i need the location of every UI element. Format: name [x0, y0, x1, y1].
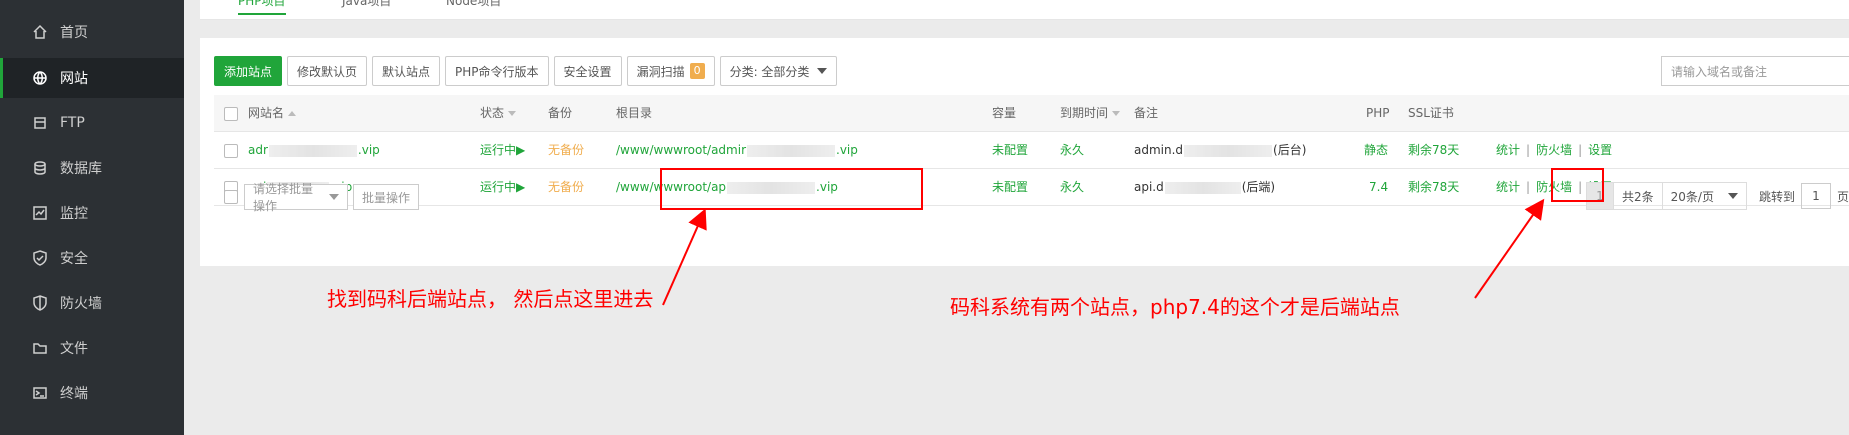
default-site-button[interactable]: 默认站点	[372, 56, 441, 86]
sidebar: 首页 网站 FTP 数据库 监控 安全 防火墙 文件 终端	[0, 0, 184, 435]
jump-label: 跳转到	[1758, 189, 1795, 204]
row-actions: 统计|防火墙|设置	[1496, 143, 1613, 157]
sidebar-item-website[interactable]: 网站	[0, 58, 184, 98]
sidebar-item-label: 终端	[60, 386, 88, 402]
sidebar-item-ftp[interactable]: FTP	[0, 103, 184, 143]
sidebar-item-label: 首页	[60, 25, 88, 41]
chevron-down-icon	[817, 68, 828, 74]
ftp-icon	[32, 115, 48, 131]
firewall-link[interactable]: 防火墙	[1536, 143, 1572, 157]
header-php: PHP	[1366, 106, 1390, 120]
sidebar-item-label: 数据库	[60, 161, 102, 177]
sort-up-icon	[288, 111, 297, 116]
vuln-count-badge: 0	[689, 63, 705, 79]
site-panel: 添加站点 修改默认页 默认站点 PHP命令行版本 安全设置 漏洞扫描 0 分类:…	[200, 38, 1849, 266]
search-input[interactable]: 请输入域名或备注	[1661, 56, 1849, 86]
footer-checkbox[interactable]	[224, 190, 238, 204]
vuln-scan-button[interactable]: 漏洞扫描 0	[626, 56, 715, 86]
chevron-down-icon	[1727, 193, 1738, 199]
root-dir-highlight-box	[660, 168, 923, 210]
home-icon	[32, 24, 48, 40]
row-checkbox[interactable]	[224, 144, 238, 158]
batch-operation-button[interactable]: 批量操作	[353, 184, 420, 210]
header-capacity: 容量	[992, 106, 1017, 120]
terminal-icon	[32, 385, 48, 401]
globe-icon	[32, 70, 48, 86]
sidebar-item-label: 安全	[60, 251, 88, 267]
redacted-blur	[747, 144, 836, 157]
category-label: 分类: 全部分类	[729, 64, 810, 79]
ssl-link[interactable]: 剩余78天	[1408, 132, 1459, 169]
stats-link[interactable]: 统计	[1496, 143, 1520, 157]
main-content: PHP项目 Java项目 Node项目 添加站点 修改默认页 默认站点 PHP命…	[184, 0, 1849, 435]
sidebar-item-security[interactable]: 安全	[0, 238, 184, 278]
header-expire[interactable]: 到期时间	[1060, 95, 1121, 132]
redacted-blur	[1184, 144, 1273, 157]
sidebar-item-monitor[interactable]: 监控	[0, 193, 184, 233]
header-ssl: SSL证书	[1408, 106, 1454, 120]
header-root: 根目录	[616, 106, 653, 120]
toolbar: 添加站点 修改默认页 默认站点 PHP命令行版本 安全设置 漏洞扫描 0 分类:…	[214, 56, 838, 86]
sidebar-item-home[interactable]: 首页	[0, 12, 184, 52]
folder-icon	[32, 340, 48, 356]
sort-down-icon	[508, 111, 517, 116]
shield-check-icon	[32, 250, 48, 266]
header-remark: 备注	[1134, 106, 1159, 120]
sidebar-item-terminal[interactable]: 终端	[0, 373, 184, 413]
add-site-button[interactable]: 添加站点	[214, 56, 283, 86]
page-unit-label: 页	[1836, 189, 1849, 204]
sort-down-icon	[1112, 111, 1121, 116]
backup-link[interactable]: 无备份	[548, 132, 584, 169]
chevron-down-icon	[329, 194, 339, 200]
vuln-scan-label: 漏洞扫描	[636, 64, 685, 79]
tab-php-project[interactable]: PHP项目	[238, 0, 286, 15]
php-cli-version-button[interactable]: PHP命令行版本	[445, 56, 549, 86]
sidebar-item-label: 文件	[60, 341, 88, 357]
header-backup: 备份	[548, 106, 573, 120]
per-page-select[interactable]: 20条/页	[1662, 182, 1747, 210]
total-count: 共2条	[1614, 182, 1663, 210]
sidebar-item-label: 监控	[60, 206, 88, 222]
expire-link[interactable]: 永久	[1060, 132, 1084, 169]
sidebar-item-database[interactable]: 数据库	[0, 148, 184, 188]
header-status[interactable]: 状态	[480, 95, 517, 132]
sidebar-item-firewall[interactable]: 防火墙	[0, 283, 184, 323]
database-icon	[32, 160, 48, 176]
sidebar-item-files[interactable]: 文件	[0, 328, 184, 368]
sidebar-item-label: 网站	[60, 71, 88, 87]
modify-default-page-button[interactable]: 修改默认页	[287, 56, 368, 86]
remark-text[interactable]: admin.d (后台)	[1134, 132, 1306, 169]
settings-link[interactable]: 设置	[1588, 143, 1612, 157]
php-version-highlight-box	[1551, 168, 1604, 202]
php-version-link[interactable]: 静态	[1364, 132, 1388, 169]
tab-node-project[interactable]: Node项目	[446, 0, 501, 9]
jump-page-input[interactable]: 1	[1800, 183, 1831, 209]
sidebar-item-label: 防火墙	[60, 296, 102, 312]
select-all-checkbox[interactable]	[224, 107, 238, 121]
header-name[interactable]: 网站名	[248, 95, 297, 132]
site-name-link[interactable]: adr .vip	[248, 132, 380, 169]
project-tabs: PHP项目 Java项目 Node项目	[200, 0, 1849, 20]
annotation-right-note: 码科系统有两个站点，php7.4的这个才是后端站点	[950, 295, 1400, 319]
monitor-icon	[32, 205, 48, 221]
redacted-blur	[268, 144, 357, 157]
pagination: 1 共2条 20条/页 跳转到 1 页	[1586, 182, 1849, 210]
capacity-link[interactable]: 未配置	[992, 132, 1028, 169]
root-dir-link[interactable]: /www/wwwroot/admir .vip	[616, 132, 858, 169]
tab-java-project[interactable]: Java项目	[342, 0, 391, 9]
security-settings-button[interactable]: 安全设置	[553, 56, 622, 86]
status-running[interactable]: 运行中▶	[480, 132, 525, 169]
firewall-shield-icon	[32, 295, 48, 311]
category-select[interactable]: 分类: 全部分类	[719, 56, 838, 86]
annotation-left-note: 找到码科后端站点， 然后点这里进去	[327, 287, 654, 311]
sidebar-item-label: FTP	[60, 115, 85, 131]
table-row: adr .vip 运行中▶ 无备份 /www/wwwroot/admir .vip …	[214, 132, 1849, 169]
batch-operation-select[interactable]: 请选择批量操作	[244, 182, 348, 213]
table-header: 网站名 状态 备份 根目录 容量 到期时间 备注 PHP SSL证书	[214, 95, 1849, 132]
